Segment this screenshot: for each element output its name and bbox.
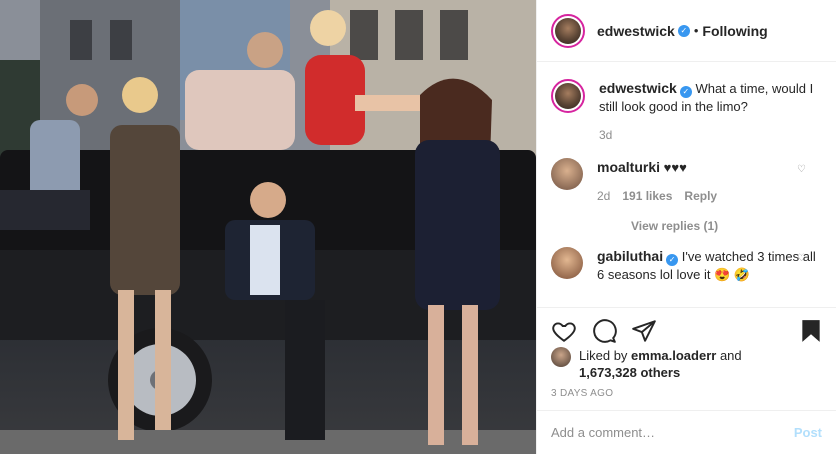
bookmark-icon[interactable]	[798, 318, 824, 344]
header-separator: •	[693, 23, 699, 38]
comment-like-heart-icon[interactable]: ♡	[797, 164, 806, 175]
instagram-post: edwestwick ✓ • Following edwestwick ✓ Wha…	[0, 0, 836, 454]
comment-icon[interactable]	[591, 318, 617, 344]
caption: edwestwick ✓ What a time, would I still l…	[551, 79, 822, 144]
comment-box: Post	[537, 410, 836, 454]
liked-by-user[interactable]: emma.loaderr	[631, 348, 716, 363]
comment-age[interactable]: 2d	[597, 187, 610, 205]
share-icon[interactable]	[631, 318, 657, 344]
following-button[interactable]: Following	[702, 23, 767, 39]
comments-list[interactable]: edwestwick ✓ What a time, would I still l…	[537, 63, 836, 306]
comment-text: ♥♥♥	[663, 160, 687, 175]
post-header: edwestwick ✓ • Following	[537, 0, 836, 62]
post-comment-button[interactable]: Post	[794, 425, 822, 440]
comment-like-heart-icon[interactable]: ♡	[797, 253, 806, 264]
verified-badge-icon: ✓	[679, 86, 692, 98]
liked-by: Liked by emma.loaderr and 1,673,328 othe…	[551, 347, 822, 381]
comment-username[interactable]: gabiluthai	[597, 248, 663, 264]
heart-icon[interactable]	[551, 318, 577, 344]
add-comment-input[interactable]	[551, 425, 794, 440]
author-username[interactable]: edwestwick	[597, 23, 675, 39]
caption-age[interactable]: 3d	[599, 126, 612, 144]
verified-badge-icon: ✓	[677, 24, 690, 37]
action-bar	[537, 307, 836, 347]
view-replies-button[interactable]: View replies (1)	[631, 219, 822, 233]
liked-by-joiner: and	[719, 348, 742, 363]
verified-badge-icon: ✓	[666, 254, 679, 266]
post-photo-illustration	[0, 0, 536, 454]
caption-avatar[interactable]	[551, 79, 585, 113]
commenter-avatar[interactable]	[551, 247, 583, 279]
liked-by-prefix: Liked by	[579, 348, 628, 363]
caption-username[interactable]: edwestwick	[599, 80, 677, 96]
liker-avatar[interactable]	[551, 347, 571, 367]
comment-item: gabiluthai ✓ I've watched 3 times all 6 s…	[551, 247, 822, 284]
post-date[interactable]: 3 DAYS AGO	[551, 388, 613, 399]
commenter-avatar[interactable]	[551, 158, 583, 190]
comment-item: moalturki ♥♥♥ 2d 191 likes Reply ♡	[551, 158, 822, 205]
post-photo[interactable]	[0, 0, 536, 454]
post-side-panel: edwestwick ✓ • Following edwestwick ✓ Wha…	[536, 0, 836, 454]
liked-by-others[interactable]: 1,673,328 others	[579, 365, 680, 380]
reply-button[interactable]: Reply	[684, 187, 717, 205]
comment-likes[interactable]: 191 likes	[622, 187, 672, 205]
comment-username[interactable]: moalturki	[597, 159, 660, 175]
author-avatar[interactable]	[551, 13, 585, 48]
